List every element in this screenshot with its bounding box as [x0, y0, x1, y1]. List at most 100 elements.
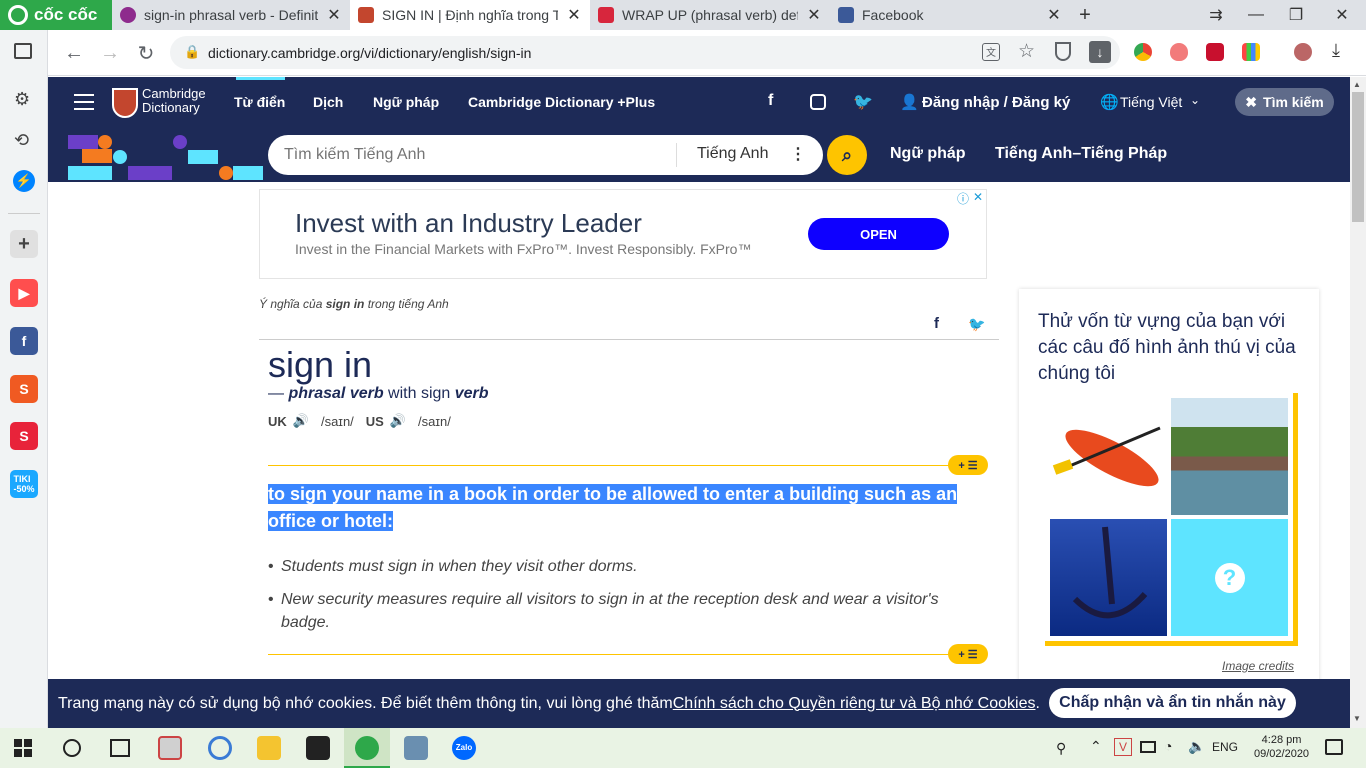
search-button[interactable]: ⌕: [827, 135, 867, 175]
tab-1-active[interactable]: SIGN IN | Định nghĩa trong Từ ✕: [350, 0, 590, 30]
facebook-icon[interactable]: f: [768, 92, 773, 110]
example: Students must sign in when they visit ot…: [268, 555, 948, 578]
input-language[interactable]: ENG: [1212, 740, 1238, 754]
tab-0[interactable]: sign-in phrasal verb - Definiti ✕: [112, 0, 350, 30]
login-link[interactable]: Đăng nhập / Đăng ký: [922, 94, 1070, 111]
app-icon[interactable]: [404, 736, 428, 760]
add-shortcut-icon[interactable]: +: [10, 230, 38, 258]
scroll-up-icon[interactable]: ▲: [1353, 80, 1361, 89]
new-tab-icon[interactable]: +: [1070, 0, 1100, 30]
app-icon[interactable]: [306, 736, 330, 760]
clock-time: 4:28 pm: [1261, 734, 1302, 746]
reload-icon[interactable]: ↻: [134, 41, 158, 65]
history-icon[interactable]: ⟲: [14, 130, 29, 151]
window-close-icon[interactable]: ✕: [1322, 0, 1362, 30]
unikey-icon[interactable]: V: [1114, 738, 1132, 756]
instagram-icon[interactable]: [810, 94, 826, 110]
speaker-icon[interactable]: 🔊: [293, 413, 309, 429]
volume-icon[interactable]: 🔈: [1188, 738, 1205, 755]
nav-dictionary[interactable]: Từ điển: [234, 94, 285, 110]
extension-red-icon[interactable]: [1206, 43, 1224, 61]
forward-icon[interactable]: →: [98, 41, 122, 65]
tab-2[interactable]: WRAP UP (phrasal verb) defin ✕: [590, 0, 830, 30]
adchoices-icon[interactable]: ⓘ: [957, 190, 969, 207]
language-select[interactable]: Tiếng Việt: [1120, 94, 1182, 110]
add-to-wordlist-button[interactable]: + ☰: [948, 644, 988, 664]
battery-icon[interactable]: [1140, 741, 1156, 753]
messenger-icon[interactable]: ⚡: [13, 170, 35, 192]
nav-grammar[interactable]: Ngữ pháp: [373, 94, 439, 110]
scrollbar-thumb[interactable]: [1352, 92, 1364, 222]
people-icon[interactable]: ⚲: [1056, 740, 1066, 757]
sub-link-english-french[interactable]: Tiếng Anh–Tiếng Pháp: [995, 145, 1167, 163]
close-icon[interactable]: ✕: [1046, 5, 1062, 25]
file-explorer-icon[interactable]: [257, 736, 281, 760]
chevron-down-icon[interactable]: ⌄: [1190, 93, 1200, 107]
speaker-icon[interactable]: 🔊: [390, 413, 406, 429]
chevron-up-icon[interactable]: ⌃: [1090, 738, 1102, 755]
us-ipa: /saɪn/: [418, 413, 451, 429]
close-icon[interactable]: ✕: [566, 5, 582, 25]
wifi-icon[interactable]: ◔: [1164, 738, 1172, 754]
menu-icon[interactable]: [74, 94, 94, 110]
search-input[interactable]: [284, 143, 674, 167]
ad-open-button[interactable]: OPEN: [808, 218, 949, 250]
translate-icon[interactable]: 文: [982, 43, 1000, 61]
profile-avatar[interactable]: [1294, 43, 1312, 61]
quiz-image-kayak[interactable]: [1050, 398, 1167, 515]
minimize-icon[interactable]: —: [1236, 0, 1276, 30]
download-icon[interactable]: ⤓: [1332, 40, 1340, 61]
close-icon[interactable]: ✕: [326, 5, 342, 25]
sendo-icon[interactable]: S: [10, 422, 38, 450]
twitter-icon[interactable]: 🐦: [853, 92, 873, 112]
color-extension-icon[interactable]: [1242, 43, 1260, 61]
nav-plus[interactable]: Cambridge Dictionary +Plus: [468, 94, 655, 110]
close-icon[interactable]: ✕: [806, 5, 822, 25]
app-icon[interactable]: [158, 736, 182, 760]
shopee-icon[interactable]: S: [10, 375, 38, 403]
tiki-icon[interactable]: TIKI -50%: [10, 470, 38, 498]
quiz-image-unknown[interactable]: ?: [1171, 519, 1288, 636]
dictionary-select[interactable]: Tiếng Anh: [697, 145, 768, 163]
ad-close-icon[interactable]: ✕: [973, 190, 983, 204]
share-facebook-icon[interactable]: f: [934, 315, 939, 332]
accept-cookies-button[interactable]: Chấp nhận và ẩn tin nhắn này: [1049, 688, 1296, 718]
download-manager-icon[interactable]: ↓: [1089, 41, 1111, 63]
maximize-icon[interactable]: ❐: [1276, 0, 1316, 30]
pos-verb[interactable]: verb: [455, 385, 489, 402]
search-icon: ⌕: [841, 144, 853, 165]
sidebar-toggle-icon[interactable]: [14, 43, 32, 59]
windows-start-icon[interactable]: [14, 739, 32, 757]
app-icon[interactable]: [208, 736, 232, 760]
notifications-icon[interactable]: [1325, 739, 1343, 755]
more-options-icon[interactable]: ⋮: [790, 144, 806, 164]
quiz-title[interactable]: Thử vốn từ vựng của bạn với các câu đố h…: [1038, 309, 1308, 387]
coccoc-logo[interactable]: cốc cốc: [0, 0, 112, 30]
quiz-image-barge[interactable]: [1171, 398, 1288, 515]
search-toggle-button[interactable]: ✖ Tìm kiếm: [1235, 88, 1334, 116]
add-to-wordlist-button[interactable]: + ☰: [948, 455, 988, 475]
settings-icon[interactable]: ⚙: [14, 89, 30, 110]
task-view-icon[interactable]: [110, 739, 130, 757]
back-icon[interactable]: ←: [62, 41, 86, 65]
scroll-down-icon[interactable]: ▼: [1353, 714, 1361, 723]
adblock-icon[interactable]: [1170, 43, 1188, 61]
tab-3[interactable]: Facebook ✕: [830, 0, 1070, 30]
quiz-image-anchor[interactable]: [1050, 519, 1167, 636]
star-icon[interactable]: ☆: [1018, 40, 1035, 63]
shield-icon[interactable]: [1055, 42, 1071, 61]
image-credits-link[interactable]: Image credits: [1222, 659, 1294, 673]
site-logo[interactable]: Cambridge Dictionary: [142, 87, 206, 115]
privacy-policy-link[interactable]: Chính sách cho Quyền riêng tư và Bộ nhớ …: [673, 695, 1036, 713]
youtube-icon[interactable]: ▶: [10, 279, 38, 307]
clock[interactable]: 4:28 pm 09/02/2020: [1254, 733, 1309, 761]
tab-list-icon[interactable]: ⇉: [1196, 0, 1236, 30]
search-icon[interactable]: [63, 739, 81, 757]
chrome-extension-icon[interactable]: [1134, 43, 1152, 61]
zalo-icon[interactable]: Zalo: [452, 736, 476, 760]
sub-link-grammar[interactable]: Ngữ pháp: [890, 145, 966, 163]
facebook-icon[interactable]: f: [10, 327, 38, 355]
nav-translate[interactable]: Dịch: [313, 94, 343, 110]
address-bar[interactable]: 🔒 dictionary.cambridge.org/vi/dictionary…: [170, 36, 1120, 69]
share-twitter-icon[interactable]: 🐦: [968, 316, 985, 333]
